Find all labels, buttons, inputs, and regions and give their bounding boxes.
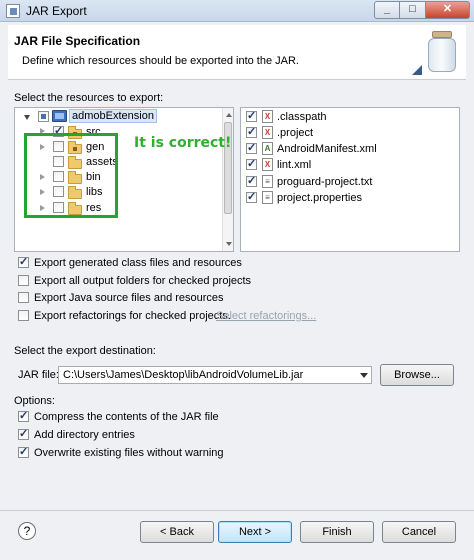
info-corner-icon xyxy=(412,65,422,75)
file-checkbox[interactable] xyxy=(246,141,257,154)
button-separator xyxy=(0,510,474,511)
back-button[interactable]: < Back xyxy=(140,521,214,543)
file-item[interactable]: AndroidManifest.xml xyxy=(277,143,377,155)
directory-entries-checkbox[interactable] xyxy=(18,427,29,440)
text-file-icon: ≡ xyxy=(262,175,273,188)
export-java-source-checkbox[interactable] xyxy=(18,292,29,303)
compress-checkbox[interactable] xyxy=(18,409,29,422)
text-file-icon: ≡ xyxy=(262,191,273,204)
minimize-button[interactable]: _ xyxy=(374,1,400,19)
browse-button[interactable]: Browse... xyxy=(380,364,454,386)
export-refactorings-checkbox[interactable] xyxy=(18,310,29,321)
expand-project-icon[interactable] xyxy=(24,115,30,120)
xml-file-icon: X xyxy=(262,110,273,123)
maximize-button[interactable]: □ xyxy=(400,1,426,19)
export-refactorings-label: Export refactorings for checked projects… xyxy=(34,310,231,322)
file-checkbox[interactable] xyxy=(246,109,257,122)
jar-file-combo[interactable]: C:\Users\James\Desktop\libAndroidVolumeL… xyxy=(58,366,372,384)
next-button[interactable]: Next > xyxy=(218,521,292,543)
annotation-text: It is correct! xyxy=(134,135,232,151)
finish-button[interactable]: Finish xyxy=(300,521,374,543)
overwrite-checkbox[interactable] xyxy=(18,445,29,458)
tree-scrollbar[interactable] xyxy=(222,108,233,251)
page-description: Define which resources should be exporte… xyxy=(22,55,299,67)
file-checkbox[interactable] xyxy=(246,190,257,203)
jar-file-label: JAR file: xyxy=(18,369,59,381)
file-item[interactable]: lint.xml xyxy=(277,159,311,171)
xml-file-icon: X xyxy=(262,158,273,171)
title-bar: JAR Export _ □ ✕ xyxy=(0,0,474,22)
file-checkbox[interactable] xyxy=(246,174,257,187)
help-button[interactable]: ? xyxy=(18,522,36,540)
options-label: Options: xyxy=(14,395,55,407)
window-title: JAR Export xyxy=(26,4,87,18)
export-java-source-label: Export Java source files and resources xyxy=(34,292,224,304)
tree-item-project[interactable]: admobExtension xyxy=(69,109,157,123)
project-icon xyxy=(52,110,67,122)
app-icon xyxy=(6,4,20,18)
file-item[interactable]: .project xyxy=(277,127,313,139)
destination-label: Select the export destination: xyxy=(14,345,156,357)
overwrite-label: Overwrite existing files without warning xyxy=(34,447,224,459)
file-checkbox[interactable] xyxy=(246,125,257,138)
compress-label: Compress the contents of the JAR file xyxy=(34,411,219,423)
chevron-down-icon[interactable] xyxy=(360,373,368,378)
export-class-files-label: Export generated class files and resourc… xyxy=(34,257,242,269)
export-output-folders-checkbox[interactable] xyxy=(18,275,29,286)
close-button[interactable]: ✕ xyxy=(426,1,470,19)
wizard-banner: JAR File Specification Define which reso… xyxy=(8,25,466,80)
select-refactorings-link[interactable]: Select refactorings... xyxy=(216,310,316,322)
export-class-files-checkbox[interactable] xyxy=(18,255,29,268)
window-controls: _ □ ✕ xyxy=(374,1,470,19)
file-item[interactable]: project.properties xyxy=(277,192,362,204)
android-manifest-icon: A xyxy=(262,142,273,155)
export-output-folders-label: Export all output folders for checked pr… xyxy=(34,275,252,287)
file-checkbox[interactable] xyxy=(246,157,257,170)
cancel-button[interactable]: Cancel xyxy=(382,521,456,543)
annotation-box xyxy=(24,133,118,218)
page-title: JAR File Specification xyxy=(14,34,141,48)
project-checkbox[interactable] xyxy=(38,111,49,122)
directory-entries-label: Add directory entries xyxy=(34,429,135,441)
file-item[interactable]: .classpath xyxy=(277,111,327,123)
jar-icon xyxy=(426,31,458,73)
file-item[interactable]: proguard-project.txt xyxy=(277,176,372,188)
xml-file-icon: X xyxy=(262,126,273,139)
jar-file-value: C:\Users\James\Desktop\libAndroidVolumeL… xyxy=(63,369,304,381)
resources-label: Select the resources to export: xyxy=(14,92,164,104)
